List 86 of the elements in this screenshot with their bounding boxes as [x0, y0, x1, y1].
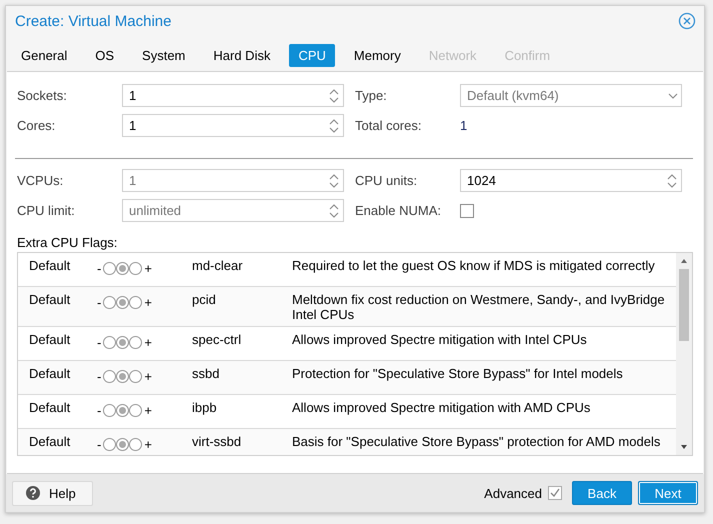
field-label: VCPUs:	[17, 173, 64, 188]
table-cell-text: pcid	[192, 292, 217, 307]
scrollbar-thumb[interactable]	[679, 269, 689, 341]
field-label: Total cores:	[355, 118, 422, 133]
window-title: Create: Virtual Machine	[15, 12, 172, 30]
radio-button[interactable]	[103, 370, 116, 383]
field-label: CPU limit:	[17, 203, 76, 218]
radio-button[interactable]	[129, 336, 142, 349]
plus-label: +	[143, 437, 153, 452]
field-label: Cores:	[17, 118, 56, 133]
table-cell-text: md-clear	[192, 258, 244, 273]
minus-label: -	[96, 437, 102, 452]
table-cell-text: Required to let the guest OS know if MDS is mitigated correctly	[292, 258, 656, 273]
advanced-checkbox[interactable]	[548, 486, 562, 500]
table-cell-text: virt-ssbd	[192, 434, 242, 449]
table-cell-text: Default	[28, 258, 72, 273]
table-cell-text: Allows improved Spectre mitigation with Intel CPUs	[292, 332, 588, 347]
radio-button[interactable]	[103, 438, 116, 451]
minus-label: -	[96, 295, 102, 310]
table-cell-text: Default	[28, 400, 72, 415]
checkbox[interactable]	[460, 204, 474, 218]
tab[interactable]: OS	[86, 44, 124, 67]
radio-button[interactable]	[116, 370, 130, 383]
tab[interactable]: General	[12, 44, 76, 67]
scrollbar[interactable]	[676, 253, 692, 455]
radio-button[interactable]	[129, 296, 142, 309]
table-cell-text: Default	[28, 434, 72, 449]
radio-button[interactable]	[103, 336, 116, 349]
field-value: 1	[460, 118, 468, 133]
table-cell-text: Default	[28, 366, 72, 381]
radio-button[interactable]	[129, 404, 142, 417]
table-cell-text: spec-ctrl	[192, 332, 242, 347]
minus-label: -	[96, 403, 102, 418]
radio-button[interactable]	[103, 404, 116, 417]
plus-label: +	[143, 403, 153, 418]
table-cell-text: Protection for "Speculative Store Bypass" for Intel models	[292, 366, 624, 381]
spinner-arrows-icon	[328, 116, 340, 134]
nav-button[interactable]: Next	[638, 481, 698, 505]
field-label: Type:	[355, 88, 388, 103]
radio-button[interactable]	[116, 262, 130, 275]
radio-button[interactable]	[129, 370, 142, 383]
nav-button[interactable]: Back	[572, 481, 632, 505]
field-label: Sockets:	[17, 88, 68, 103]
field-label: Enable NUMA:	[355, 203, 442, 218]
plus-label: +	[143, 369, 153, 384]
radio-button[interactable]	[129, 262, 142, 275]
radio-button[interactable]	[116, 296, 130, 309]
radio-button[interactable]	[116, 404, 130, 417]
scroll-up-icon	[679, 257, 689, 265]
spinner-field[interactable]: 1	[122, 114, 344, 137]
table-cell-text: ssbd	[192, 366, 220, 381]
tab[interactable]: System	[133, 44, 194, 67]
plus-label: +	[143, 335, 153, 350]
tab[interactable]: Hard Disk	[204, 44, 280, 67]
minus-label: -	[96, 335, 102, 350]
minus-label: -	[96, 369, 102, 384]
radio-button[interactable]	[103, 262, 116, 275]
plus-label: +	[143, 295, 153, 310]
help-button[interactable]: Help	[12, 480, 93, 506]
minus-label: -	[96, 261, 102, 276]
field-label: CPU units:	[355, 173, 418, 188]
close-button[interactable]	[678, 12, 696, 30]
tab[interactable]: CPU	[289, 44, 335, 67]
scroll-down-icon	[679, 443, 689, 451]
radio-button[interactable]	[129, 438, 142, 451]
spinner-arrows-icon	[328, 86, 340, 104]
table-cell-text: ibpb	[192, 400, 218, 415]
table-cell-text: Default	[28, 332, 72, 347]
table-cell-text: Meltdown fix cost reduction on Westmere, Sandy-, and IvyBridge Intel CPUs	[292, 292, 666, 322]
radio-button[interactable]	[116, 438, 130, 451]
plus-label: +	[143, 261, 153, 276]
radio-button[interactable]	[116, 336, 130, 349]
table-cell-text: Allows improved Spectre mitigation with AMD CPUs	[292, 400, 592, 415]
table-cell-text: Default	[28, 292, 72, 307]
chevron-down-icon	[668, 92, 678, 98]
section-label: Extra CPU Flags:	[17, 235, 118, 250]
spinner-arrows-icon	[328, 172, 340, 190]
tab[interactable]: Memory	[344, 44, 410, 67]
table-cell-text: Basis for "Speculative Store Bypass" protection for AMD models	[292, 434, 662, 449]
radio-button[interactable]	[103, 296, 116, 309]
help-icon	[26, 486, 40, 500]
spinner-arrows-icon	[328, 202, 340, 220]
advanced-label: Advanced	[484, 486, 542, 500]
spinner-field[interactable]: 1024	[460, 169, 682, 192]
spinner-arrows-icon	[666, 172, 678, 190]
spinner-field[interactable]: 1	[122, 84, 344, 107]
